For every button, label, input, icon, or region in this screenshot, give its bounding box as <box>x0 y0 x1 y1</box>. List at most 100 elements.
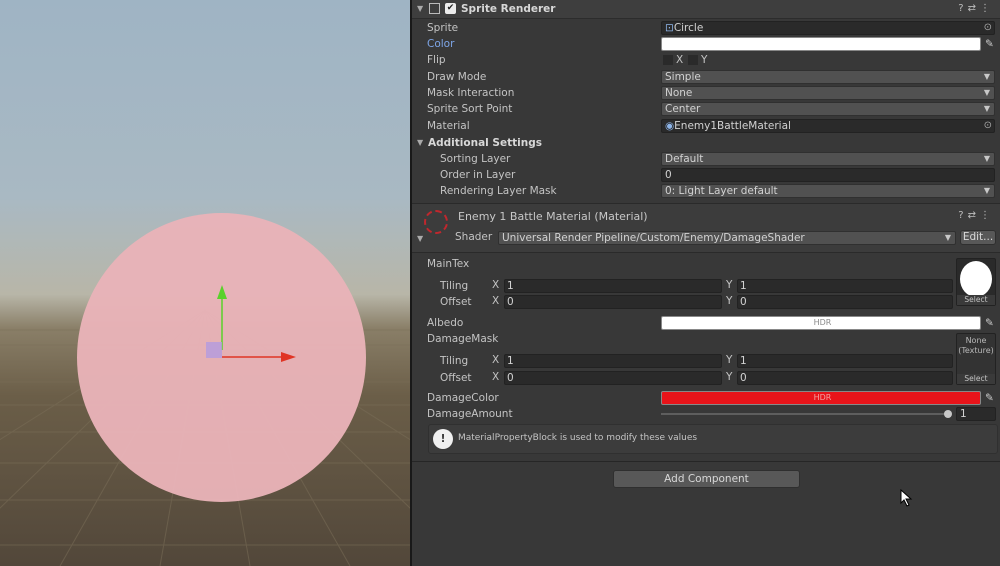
y-label: Y <box>726 354 733 366</box>
foldout-arrow-icon[interactable]: ▼ <box>417 0 423 18</box>
draw-mode-dropdown[interactable]: Simple ▼ <box>661 70 995 84</box>
rendering-mask-row: Rendering Layer Mask 0: Light Layer defa… <box>412 183 1000 199</box>
scene-view[interactable] <box>0 0 410 566</box>
more-icon: ⋮ <box>980 210 994 221</box>
tiling-x-input[interactable]: 1 <box>504 279 722 293</box>
header-icons[interactable]: ?⇄⋮ <box>958 210 994 221</box>
y-axis-arrow-icon <box>217 285 227 299</box>
shader-value: Universal Render Pipeline/Custom/Enemy/D… <box>502 232 805 244</box>
rendering-mask-label: Rendering Layer Mask <box>440 185 557 197</box>
chevron-down-icon: ▼ <box>983 186 990 195</box>
x-label: X <box>492 371 500 383</box>
info-icon: ! <box>433 429 453 449</box>
move-gizmo[interactable] <box>0 0 410 566</box>
chevron-down-icon: ▼ <box>983 88 990 97</box>
offset-label: Offset <box>440 372 472 384</box>
sorting-layer-dropdown[interactable]: Default ▼ <box>661 152 995 166</box>
mask-tiling-row: Tiling X 1 Y 1 <box>412 353 1000 369</box>
flip-x-checkbox[interactable] <box>663 55 673 65</box>
enabled-checkbox[interactable]: ✔ <box>445 3 456 14</box>
mask-offset-x-input[interactable]: 0 <box>504 371 722 385</box>
draw-mode-label: Draw Mode <box>427 71 487 83</box>
rendering-mask-value: 0: Light Layer default <box>665 185 778 197</box>
y-label: Y <box>726 295 733 307</box>
shader-dropdown[interactable]: Universal Render Pipeline/Custom/Enemy/D… <box>498 231 956 245</box>
damageamount-slider-thumb[interactable] <box>944 410 952 418</box>
damagecolor-row: DamageColor HDR ✎ <box>412 390 1000 406</box>
mask-row: Mask Interaction None ▼ <box>412 85 1000 101</box>
separator <box>412 461 1000 462</box>
flip-x-label: X <box>676 54 684 66</box>
x-label: X <box>492 279 500 291</box>
tiling-y-input[interactable]: 1 <box>737 279 953 293</box>
material-title: Enemy 1 Battle Material (Material) <box>458 210 648 223</box>
sort-point-value: Center <box>665 103 701 115</box>
eyedropper-icon[interactable]: ✎ <box>985 315 994 331</box>
damagecolor-swatch[interactable]: HDR <box>661 391 981 405</box>
header-icons[interactable]: ?⇄⋮ <box>958 0 994 18</box>
albedo-color-swatch[interactable]: HDR <box>661 316 981 330</box>
sorting-layer-label: Sorting Layer <box>440 153 511 165</box>
offset-x-input[interactable]: 0 <box>504 295 722 309</box>
plane-handle <box>206 342 222 358</box>
add-component-button[interactable]: Add Component <box>613 470 800 488</box>
offset-label: Offset <box>440 296 472 308</box>
foldout-arrow-icon[interactable]: ▼ <box>417 135 423 151</box>
maintex-tiling-row: Tiling X 1 Y 1 <box>412 278 1000 294</box>
damagemask-label: DamageMask <box>427 333 499 345</box>
foldout-arrow-icon[interactable]: ▼ <box>417 234 423 243</box>
color-swatch[interactable] <box>661 37 981 51</box>
albedo-label: Albedo <box>427 317 464 329</box>
mask-tiling-y-input[interactable]: 1 <box>737 354 953 368</box>
hdr-label: HDR <box>813 393 832 402</box>
sprite-label: Sprite <box>427 22 459 34</box>
sprite-field[interactable]: ⊡Circle ⊙ <box>661 21 995 35</box>
material-property-block-info: ! MaterialPropertyBlock is used to modif… <box>428 424 998 454</box>
material-value: Enemy1BattleMaterial <box>674 120 791 132</box>
mask-dropdown[interactable]: None ▼ <box>661 86 995 100</box>
damageamount-slider-track[interactable] <box>661 413 949 415</box>
rendering-mask-dropdown[interactable]: 0: Light Layer default ▼ <box>661 184 995 198</box>
sort-point-row: Sprite Sort Point Center ▼ <box>412 101 1000 117</box>
damageamount-input[interactable]: 1 <box>956 407 996 421</box>
sorting-layer-row: Sorting Layer Default ▼ <box>412 151 1000 167</box>
additional-settings-row[interactable]: ▼ Additional Settings <box>412 135 1000 151</box>
order-input[interactable]: 0 <box>661 168 995 182</box>
mask-offset-y-input[interactable]: 0 <box>737 371 953 385</box>
damagemask-none-text: None <box>965 336 987 345</box>
maintex-label: MainTex <box>427 258 470 270</box>
more-icon: ⋮ <box>980 3 994 14</box>
object-picker-icon[interactable]: ⊙ <box>984 22 992 34</box>
object-picker-icon[interactable]: ⊙ <box>984 120 992 132</box>
additional-settings-foldout[interactable]: Additional Settings <box>428 135 542 151</box>
x-axis-arrow-icon <box>281 352 296 362</box>
material-field[interactable]: ◉Enemy1BattleMaterial ⊙ <box>661 119 995 133</box>
maintex-row: MainTex <box>412 256 1000 272</box>
eyedropper-icon[interactable]: ✎ <box>985 390 994 406</box>
flip-row: Flip X Y <box>412 52 1000 68</box>
damageamount-row: DamageAmount 1 <box>412 406 1000 422</box>
flip-y-checkbox[interactable] <box>688 55 698 65</box>
damagecolor-label: DamageColor <box>427 392 499 404</box>
color-row: Color ✎ <box>412 36 1000 52</box>
chevron-down-icon: ▼ <box>944 233 951 242</box>
eyedropper-icon[interactable]: ✎ <box>985 36 994 52</box>
sprite-asset-icon: ⊡ <box>665 22 674 34</box>
edit-shader-button[interactable]: Edit... <box>960 230 996 245</box>
sorting-layer-value: Default <box>665 153 704 165</box>
shader-label: Shader <box>455 231 493 243</box>
offset-y-input[interactable]: 0 <box>737 295 953 309</box>
sprite-value: Circle <box>673 22 704 34</box>
hdr-label: HDR <box>813 318 832 327</box>
damagemask-row: DamageMask <box>412 331 1000 347</box>
sort-point-dropdown[interactable]: Center ▼ <box>661 102 995 116</box>
material-asset-icon: ◉ <box>665 120 675 132</box>
sort-point-label: Sprite Sort Point <box>427 103 513 115</box>
x-label: X <box>492 354 500 366</box>
mask-tiling-x-input[interactable]: 1 <box>504 354 722 368</box>
sprite-renderer-header[interactable]: ▼ ✔ Sprite Renderer ?⇄⋮ <box>412 0 1000 19</box>
flip-y-label: Y <box>701 54 708 66</box>
damageamount-label: DamageAmount <box>427 408 513 420</box>
y-label: Y <box>726 371 733 383</box>
material-row: Material ◉Enemy1BattleMaterial ⊙ <box>412 118 1000 134</box>
